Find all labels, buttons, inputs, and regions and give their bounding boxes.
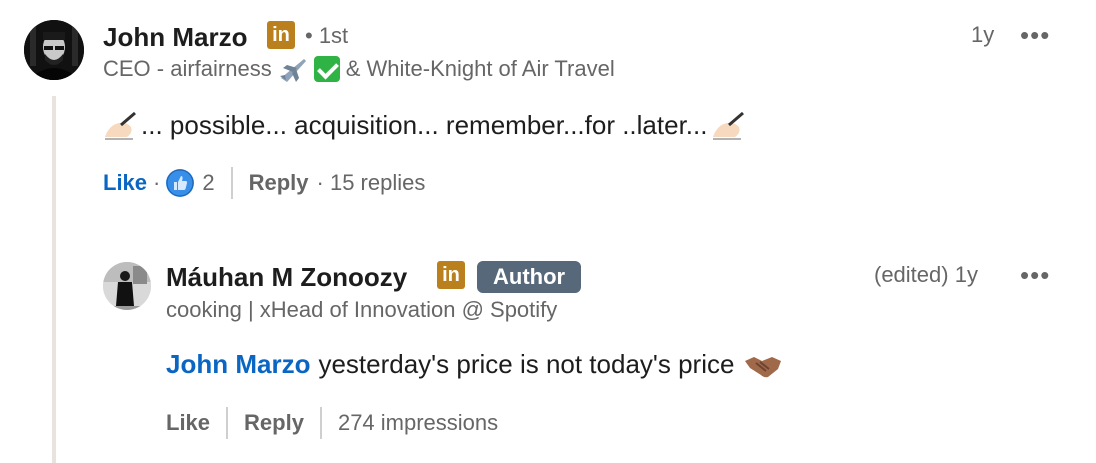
reply-author-name[interactable]: Máuhan M Zonoozy <box>166 262 407 293</box>
connection-degree: • 1st <box>305 23 349 48</box>
linkedin-icon: in <box>437 261 465 289</box>
divider <box>319 407 322 439</box>
writing-hand-emoji-icon <box>103 111 137 141</box>
reply-actions: Like Reply 274 impressions <box>166 407 498 439</box>
reply-reply-button[interactable]: Reply <box>244 410 304 436</box>
reply-author-headline: cooking | xHead of Innovation @ Spotify <box>166 297 558 322</box>
author-headline: CEO - airfairness & White-Knight of Air … <box>103 56 615 82</box>
divider <box>230 167 233 199</box>
reply-text: John Marzo yesterday's price is not toda… <box>166 349 782 380</box>
avatar[interactable] <box>24 20 84 80</box>
comment-text: ... possible... acquisition... remember.… <box>103 110 745 141</box>
reply-time: (edited) 1y <box>874 262 978 287</box>
reply-like-button[interactable]: Like <box>166 410 210 436</box>
author-name[interactable]: John Marzo <box>103 22 247 53</box>
headline-text-prefix: CEO - airfairness <box>103 56 272 81</box>
reply-more-options-icon[interactable]: ••• <box>1020 262 1050 288</box>
divider <box>226 407 229 439</box>
comment-time: 1y <box>971 22 995 47</box>
check-mark-emoji-icon <box>313 56 340 82</box>
replies-count-link[interactable]: · 15 replies <box>317 170 426 196</box>
mention-link[interactable]: John Marzo <box>166 349 310 380</box>
writing-hand-emoji-icon <box>711 111 745 141</box>
thread-line <box>52 96 56 463</box>
comment-body: ... possible... acquisition... remember.… <box>141 110 708 140</box>
author-badge: Author <box>477 261 582 293</box>
reply-body: yesterday's price is not today's price <box>318 349 735 379</box>
handshake-emoji-icon <box>744 351 782 379</box>
airplane-emoji-icon <box>278 56 308 82</box>
thumbs-up-icon <box>166 169 195 197</box>
headline-text-suffix: & White-Knight of Air Travel <box>345 56 615 81</box>
comment-actions: Like · 2 Reply · 15 replies <box>103 167 425 199</box>
reaction-count[interactable]: 2 <box>202 170 214 196</box>
reply-button[interactable]: Reply <box>249 170 309 196</box>
more-options-icon[interactable]: ••• <box>1020 22 1050 48</box>
reply-avatar[interactable] <box>103 262 151 310</box>
like-button[interactable]: Like <box>103 170 147 196</box>
linkedin-icon: in <box>267 21 295 49</box>
separator-dot: · <box>153 170 161 195</box>
impressions-count: 274 impressions <box>337 410 499 435</box>
